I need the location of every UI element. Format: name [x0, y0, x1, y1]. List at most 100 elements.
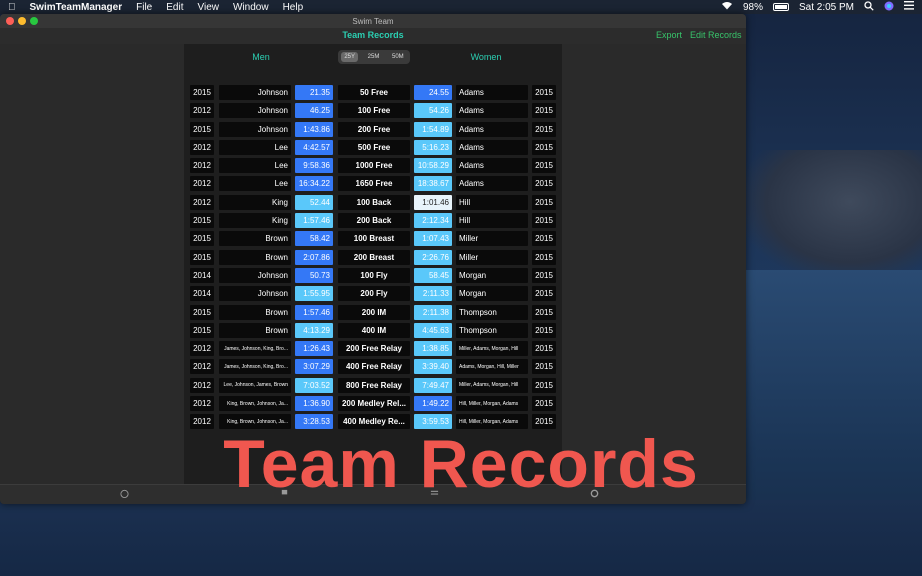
battery-percent: 98% — [742, 1, 763, 13]
women-record-holder: Thompson — [456, 304, 528, 320]
desktop-bottom — [0, 500, 922, 576]
event-name: 200 Medley Rel... — [338, 396, 410, 412]
men-record-time: 21.35 — [295, 85, 333, 100]
promo-overlay-title: Team Records — [223, 426, 699, 502]
menu-help[interactable]: Help — [283, 2, 304, 13]
column-header-men: Men — [252, 52, 270, 62]
men-record-year: 2012 — [190, 139, 214, 155]
women-record-year: 2015 — [532, 396, 556, 412]
record-row[interactable]: 2015 Brown 1:57.46 200 IM 2:11.38 Thompson 201… — [190, 304, 556, 322]
minimize-button[interactable] — [18, 17, 26, 25]
women-record-year: 2015 — [532, 139, 556, 155]
record-row[interactable]: 2012 James, Johnson, King, Bro... 3:07.29 4… — [190, 358, 556, 376]
men-record-time: 4:42.57 — [295, 139, 333, 155]
women-record-holder: Miller, Adams, Morgan, Hill — [456, 341, 528, 357]
record-row[interactable]: 2012 Johnson 46.25 100 Free 54.26 Adams 2015 — [190, 102, 556, 120]
record-row[interactable]: 2012 Lee 16:34.22 1650 Free 18:38.67 Adams 201… — [190, 175, 556, 193]
men-record-holder: Johnson — [219, 121, 291, 137]
siri-icon[interactable] — [884, 1, 894, 14]
close-button[interactable] — [6, 17, 14, 25]
course-option-25y[interactable]: 25Y — [341, 52, 359, 62]
women-record-year: 2015 — [532, 249, 556, 265]
women-record-time: 4:45.63 — [414, 322, 452, 338]
men-record-year: 2014 — [190, 286, 214, 302]
export-button[interactable]: Export — [656, 30, 682, 40]
menubar-status: 98% Sat 2:05 PM — [721, 0, 914, 14]
record-row[interactable]: 2012 Lee 9:58.36 1000 Free 10:58.29 Adams 2015 — [190, 157, 556, 175]
record-row[interactable]: 2015 Johnson 21.35 50 Free 24.55 Adams 2015 — [190, 84, 556, 102]
event-name: 800 Free Relay — [338, 377, 410, 393]
women-record-holder: Miller — [456, 249, 528, 265]
edit-records-button[interactable]: Edit Records — [690, 30, 742, 40]
women-record-year: 2015 — [532, 194, 556, 210]
apple-icon[interactable]:  — [8, 2, 16, 13]
women-record-holder: Morgan — [456, 267, 528, 283]
course-option-50m[interactable]: 50M — [389, 52, 407, 62]
menu-window[interactable]: Window — [233, 2, 269, 13]
men-record-time: 7:03.52 — [295, 377, 333, 393]
men-record-year: 2015 — [190, 213, 214, 229]
men-record-holder: King, Brown, Johnson, Ja... — [219, 396, 291, 412]
event-name: 400 Free Relay — [338, 359, 410, 375]
spotlight-search-icon[interactable] — [864, 0, 874, 14]
men-record-time: 2:07.86 — [295, 249, 333, 265]
women-record-holder: Adams — [456, 158, 528, 174]
women-record-time: 18:38.67 — [414, 176, 452, 192]
women-record-time: 1:01.46 — [414, 194, 452, 210]
course-option-25m[interactable]: 25M — [365, 52, 383, 62]
men-record-holder: Lee — [219, 158, 291, 174]
men-record-time: 1:55.95 — [295, 286, 333, 302]
women-record-year: 2015 — [532, 304, 556, 320]
men-record-time: 52.44 — [295, 194, 333, 210]
men-record-time: 1:43.86 — [295, 121, 333, 137]
women-record-year: 2015 — [532, 341, 556, 357]
record-row[interactable]: 2012 James, Johnson, King, Bro... 1:26.43 2… — [190, 340, 556, 358]
record-row[interactable]: 2014 Johnson 1:55.95 200 Fly 2:11.33 Morgan 20… — [190, 285, 556, 303]
women-record-year: 2015 — [532, 103, 556, 119]
record-row[interactable]: 2015 Brown 2:07.86 200 Breast 2:26.76 Miller 2… — [190, 249, 556, 267]
record-row[interactable]: 2012 King, Brown, Johnson, Ja... 1:36.90 20… — [190, 395, 556, 413]
women-record-time: 3:39.40 — [414, 359, 452, 375]
wifi-icon[interactable] — [721, 1, 733, 13]
women-record-holder: Miller, Adams, Morgan, Hill — [456, 377, 528, 393]
menubar-clock[interactable]: Sat 2:05 PM — [799, 2, 854, 13]
event-name: 1000 Free — [338, 158, 410, 174]
notification-center-icon[interactable] — [904, 1, 914, 13]
women-record-year: 2015 — [532, 213, 556, 229]
battery-icon[interactable] — [772, 3, 789, 11]
men-record-time: 9:58.36 — [295, 158, 333, 174]
record-row[interactable]: 2012 Lee, Johnson, James, Brown 7:03.52 800… — [190, 377, 556, 395]
record-row[interactable]: 2012 King 52.44 100 Back 1:01.46 Hill 2015 — [190, 194, 556, 212]
right-margin-panel — [562, 44, 746, 484]
women-record-year: 2015 — [532, 121, 556, 137]
event-name: 100 Back — [338, 194, 410, 210]
menubar:  SwimTeamManager File Edit View Window … — [0, 0, 922, 14]
men-record-holder: Brown — [219, 322, 291, 338]
women-record-time: 5:16.23 — [414, 139, 452, 155]
column-header-women: Women — [470, 52, 502, 62]
window-titlebar[interactable]: Swim Team — [0, 14, 746, 28]
record-row[interactable]: 2015 King 1:57.46 200 Back 2:12.34 Hill 2015 — [190, 212, 556, 230]
event-name: 100 Free — [338, 103, 410, 119]
menu-file[interactable]: File — [136, 2, 152, 13]
men-record-holder: Johnson — [219, 103, 291, 119]
record-row[interactable]: 2015 Johnson 1:43.86 200 Free 1:54.89 Adams 20… — [190, 121, 556, 139]
men-record-time: 58.42 — [295, 231, 333, 247]
menubar-app-name[interactable]: SwimTeamManager — [30, 2, 123, 13]
men-record-time: 46.25 — [295, 103, 333, 119]
record-row[interactable]: 2012 Lee 4:42.57 500 Free 5:16.23 Adams 2015 — [190, 139, 556, 157]
women-record-time: 7:49.47 — [414, 377, 452, 393]
women-record-time: 54.26 — [414, 103, 452, 119]
event-name: 200 IM — [338, 304, 410, 320]
record-row[interactable]: 2015 Brown 58.42 100 Breast 1:07.43 Miller 201… — [190, 230, 556, 248]
menu-view[interactable]: View — [197, 2, 219, 13]
record-row[interactable]: 2014 Johnson 50.73 100 Fly 58.45 Morgan 2015 — [190, 267, 556, 285]
menu-edit[interactable]: Edit — [166, 2, 183, 13]
men-record-holder: King — [219, 194, 291, 210]
zoom-button[interactable] — [30, 17, 38, 25]
men-record-holder: Lee — [219, 176, 291, 192]
record-row[interactable]: 2015 Brown 4:13.29 400 IM 4:45.63 Thompson 201… — [190, 322, 556, 340]
women-record-year: 2015 — [532, 322, 556, 338]
women-record-holder: Thompson — [456, 322, 528, 338]
course-segmented-control[interactable]: 25Y 25M 50M — [338, 50, 410, 64]
